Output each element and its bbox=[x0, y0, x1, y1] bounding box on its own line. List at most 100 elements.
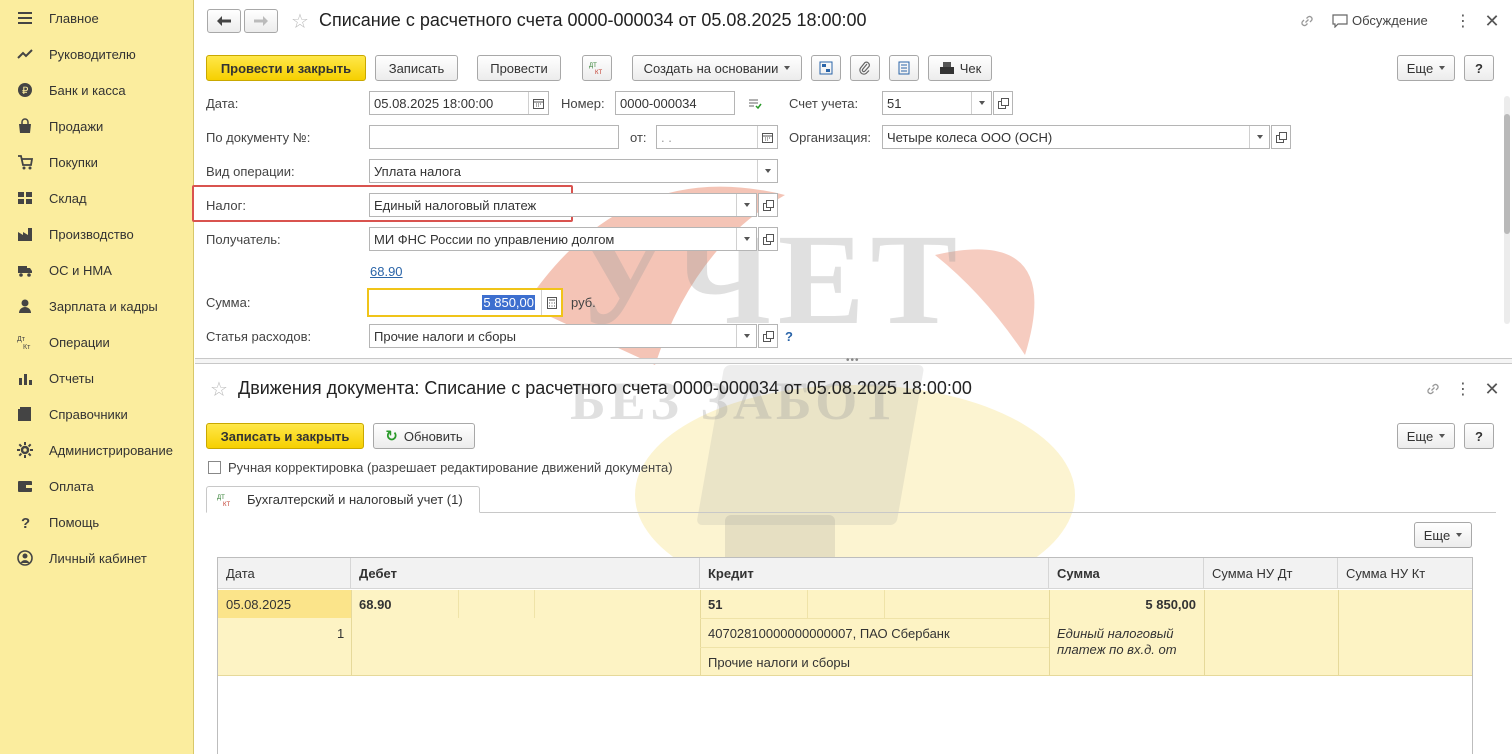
column-header-debit[interactable]: Дебет bbox=[351, 558, 700, 589]
post-button[interactable]: Провести bbox=[477, 55, 561, 81]
chevron-down-icon bbox=[1439, 434, 1446, 438]
calendar-icon[interactable] bbox=[528, 92, 548, 114]
grid-more-button[interactable]: Еще bbox=[1414, 522, 1472, 548]
refresh-button[interactable]: ↻ Обновить bbox=[373, 423, 475, 449]
calculator-icon[interactable] bbox=[541, 290, 561, 315]
tab-accounting[interactable]: ДТ КТ Бухгалтерский и налоговый учет (1) bbox=[206, 486, 480, 513]
paperclip-icon bbox=[859, 61, 870, 75]
grid-more-label: Еще bbox=[1423, 527, 1451, 543]
close-icon[interactable]: ✕ bbox=[1481, 378, 1503, 400]
help-button[interactable]: ? bbox=[1464, 423, 1494, 449]
chevron-down-icon[interactable] bbox=[971, 92, 991, 114]
tax-field[interactable]: Единый налоговый платеж bbox=[369, 193, 757, 217]
column-header-sum-nu-dt[interactable]: Сумма НУ Дт bbox=[1204, 558, 1338, 589]
chevron-down-icon[interactable] bbox=[757, 160, 777, 182]
sum-field[interactable]: 5 850,00 bbox=[367, 288, 563, 317]
more-button[interactable]: Еще bbox=[1397, 423, 1455, 449]
sidebar-item[interactable]: Покупки bbox=[0, 144, 194, 180]
sidebar-item[interactable]: Администрирование bbox=[0, 432, 194, 468]
wallet-icon bbox=[16, 477, 34, 495]
table-row[interactable]: 05.08.2025 1 68.90 51 407028100000000000… bbox=[218, 590, 1472, 676]
account-field[interactable]: 51 bbox=[882, 91, 992, 115]
from-date-field[interactable]: . . bbox=[656, 125, 778, 149]
open-icon[interactable] bbox=[758, 227, 778, 251]
sidebar-item[interactable]: Справочники bbox=[0, 396, 194, 432]
svg-text:₽: ₽ bbox=[22, 86, 29, 97]
operation-field[interactable]: Уплата налога bbox=[369, 159, 778, 183]
expense-field[interactable]: Прочие налоги и сборы bbox=[369, 324, 757, 348]
sidebar-item[interactable]: Главное bbox=[0, 0, 194, 36]
discussion-link[interactable]: Обсуждение bbox=[1352, 13, 1428, 28]
open-icon[interactable] bbox=[1271, 125, 1291, 149]
save-button[interactable]: Записать bbox=[375, 55, 458, 81]
truck-icon bbox=[16, 261, 34, 279]
forward-button[interactable] bbox=[244, 9, 278, 33]
form-scrollbar[interactable] bbox=[1504, 96, 1510, 324]
help-button[interactable]: ? bbox=[1464, 55, 1494, 81]
chevron-down-icon[interactable] bbox=[736, 325, 756, 347]
chevron-down-icon[interactable] bbox=[736, 228, 756, 250]
scrollbar-thumb[interactable] bbox=[1504, 114, 1510, 234]
number-field[interactable]: 0000-000034 bbox=[615, 91, 735, 115]
row-content-line-1: Единый налоговый bbox=[1057, 626, 1174, 641]
save-and-close-button[interactable]: Записать и закрыть bbox=[206, 423, 364, 449]
date-field[interactable]: 05.08.2025 18:00:00 bbox=[369, 91, 549, 115]
link-icon[interactable] bbox=[1297, 11, 1317, 31]
row-subdivider bbox=[534, 590, 535, 618]
open-icon[interactable] bbox=[758, 193, 778, 217]
expense-help-link[interactable]: ? bbox=[785, 329, 793, 344]
column-header-date[interactable]: Дата bbox=[218, 558, 351, 589]
row-credit-subconto-2: Прочие налоги и сборы bbox=[708, 655, 851, 670]
sidebar-item[interactable]: ОС и НМА bbox=[0, 252, 194, 288]
row-divider bbox=[1049, 590, 1050, 676]
sidebar-item[interactable]: ? Помощь bbox=[0, 504, 194, 540]
sidebar-item[interactable]: Производство bbox=[0, 216, 194, 252]
sidebar-item[interactable]: Отчеты bbox=[0, 360, 194, 396]
report-button[interactable] bbox=[889, 55, 919, 81]
dt-kt-button[interactable]: ДТ КТ bbox=[582, 55, 612, 81]
tab-accounting-label: Бухгалтерский и налоговый учет (1) bbox=[247, 492, 463, 507]
app-window: Главное Руководителю ₽ Банк и касса Продажи П… bbox=[0, 0, 1512, 754]
dt-kt-icon: ДТКТ bbox=[217, 495, 230, 507]
row-divider bbox=[700, 590, 701, 676]
more-vert-icon[interactable]: ⋮ bbox=[1453, 10, 1473, 32]
more-button[interactable]: Еще bbox=[1397, 55, 1455, 81]
sidebar-item[interactable]: Дт Кт Операции bbox=[0, 324, 194, 360]
favorite-star-icon[interactable]: ☆ bbox=[208, 378, 230, 401]
account-link[interactable]: 68.90 bbox=[370, 264, 403, 279]
discussion-icon[interactable] bbox=[1330, 11, 1350, 31]
sidebar-item[interactable]: Склад bbox=[0, 180, 194, 216]
sidebar-item[interactable]: Продажи bbox=[0, 108, 194, 144]
close-icon[interactable]: ✕ bbox=[1481, 10, 1503, 32]
link-icon[interactable] bbox=[1423, 379, 1443, 399]
calendar-icon[interactable] bbox=[757, 126, 777, 148]
receipt-button[interactable]: Чек bbox=[928, 55, 992, 81]
attach-button[interactable] bbox=[850, 55, 880, 81]
column-header-credit[interactable]: Кредит bbox=[700, 558, 1049, 589]
back-button[interactable] bbox=[207, 9, 241, 33]
sidebar-item[interactable]: Руководителю bbox=[0, 36, 194, 72]
column-header-sum[interactable]: Сумма bbox=[1049, 558, 1204, 589]
recipient-field[interactable]: МИ ФНС России по управлению долгом bbox=[369, 227, 757, 251]
structure-button[interactable] bbox=[811, 55, 841, 81]
open-icon[interactable] bbox=[993, 91, 1013, 115]
sidebar-item[interactable]: Личный кабинет bbox=[0, 540, 194, 576]
column-header-sum-nu-kt[interactable]: Сумма НУ Кт bbox=[1338, 558, 1472, 589]
sidebar-item[interactable]: ₽ Банк и касса bbox=[0, 72, 194, 108]
manual-correction-checkbox[interactable] bbox=[208, 461, 221, 474]
sidebar-item[interactable]: Оплата bbox=[0, 468, 194, 504]
by-doc-field[interactable] bbox=[369, 125, 619, 149]
bar-chart-icon bbox=[16, 369, 34, 387]
splitter-grip-icon: ••• bbox=[846, 355, 860, 366]
post-and-close-button[interactable]: Провести и закрыть bbox=[206, 55, 366, 81]
more-vert-icon[interactable]: ⋮ bbox=[1453, 378, 1473, 400]
number-edit-icon[interactable] bbox=[746, 95, 764, 113]
open-icon[interactable] bbox=[758, 324, 778, 348]
cash-register-icon bbox=[939, 62, 954, 74]
chevron-down-icon[interactable] bbox=[1249, 126, 1269, 148]
org-field[interactable]: Четыре колеса ООО (ОСН) bbox=[882, 125, 1270, 149]
favorite-star-icon[interactable]: ☆ bbox=[289, 10, 311, 33]
chevron-down-icon[interactable] bbox=[736, 194, 756, 216]
sidebar-item[interactable]: Зарплата и кадры bbox=[0, 288, 194, 324]
create-based-on-button[interactable]: Создать на основании bbox=[632, 55, 802, 81]
